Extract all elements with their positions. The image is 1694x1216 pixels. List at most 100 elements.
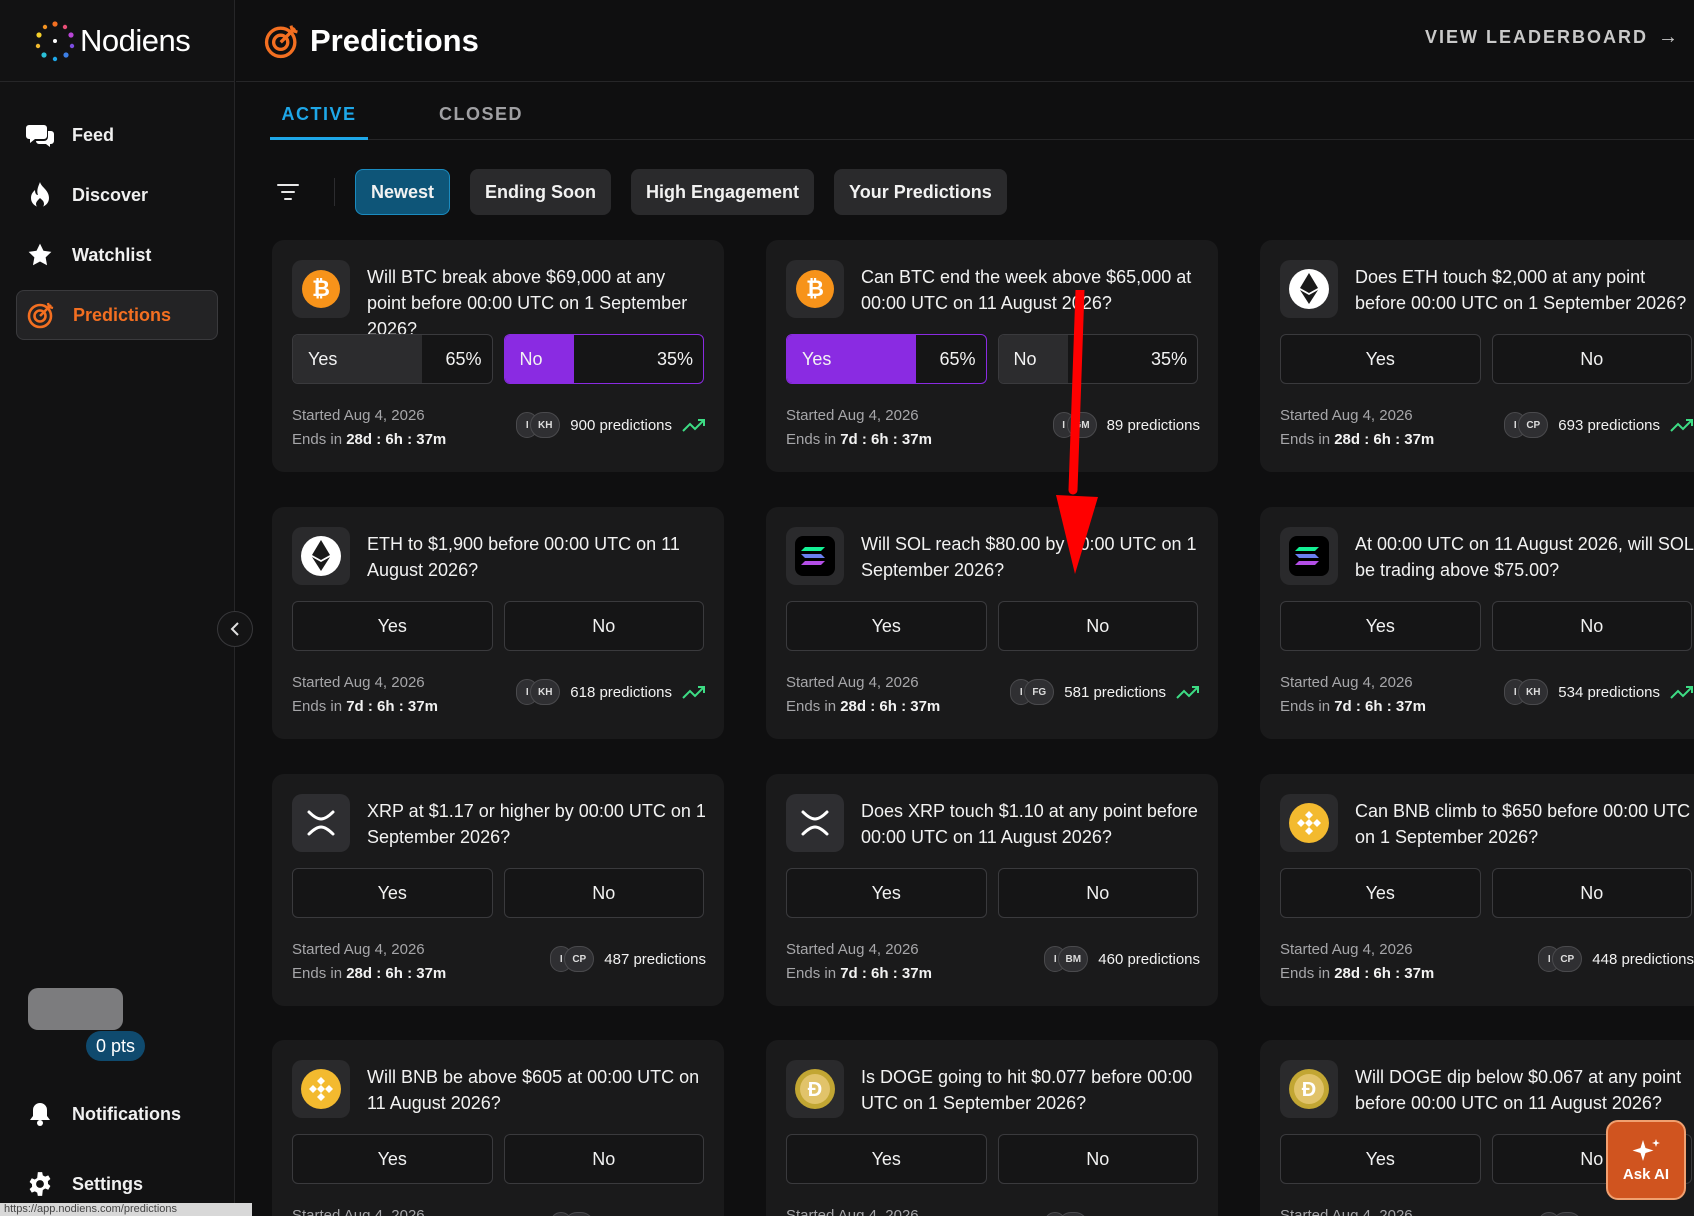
prediction-question[interactable]: XRP at $1.17 or higher by 00:00 UTC on 1… [367, 798, 706, 850]
sidebar-item-discover[interactable]: Discover [16, 170, 218, 220]
participant-avatars: I FG [1010, 679, 1055, 705]
sidebar-item-settings[interactable]: Settings [16, 1162, 216, 1206]
prediction-question[interactable]: Can BTC end the week above $65,000 at 00… [861, 264, 1200, 316]
started-prefix: Started [1280, 674, 1329, 691]
ends-countdown: 7d : 6h : 37m [840, 965, 932, 982]
yes-button[interactable]: Yes [1280, 601, 1481, 651]
yes-button[interactable]: Yes [292, 1134, 493, 1184]
sparkle-icon [1632, 1138, 1660, 1161]
trending-up-icon [1670, 686, 1693, 699]
yes-button[interactable]: Yes 65% [786, 334, 987, 384]
bell-icon [25, 1099, 55, 1129]
prediction-card[interactable]: Will BNB be above $605 at 00:00 UTC on 1… [272, 1040, 724, 1216]
no-label: No [1013, 348, 1037, 369]
ask-ai-button[interactable]: Ask AI [1606, 1120, 1686, 1200]
filter-icon[interactable] [270, 174, 306, 210]
prediction-card[interactable]: At 00:00 UTC on 11 August 2026, will SOL… [1260, 507, 1694, 739]
prediction-question[interactable]: Will DOGE dip below $0.067 at any point … [1355, 1064, 1694, 1116]
tab-active[interactable]: ACTIVE [270, 82, 368, 140]
yes-button[interactable]: Yes [1280, 868, 1481, 918]
prediction-count: 618 predictions [570, 683, 672, 701]
trending-up-icon [1670, 419, 1693, 432]
filter-high-engagement[interactable]: High Engagement [631, 169, 815, 215]
collapse-sidebar-button[interactable] [217, 611, 253, 647]
participant-avatar: FG [1024, 679, 1055, 705]
prediction-question[interactable]: Does XRP touch $1.10 at any point before… [861, 798, 1200, 850]
ends-countdown: 28d : 6h : 37m [840, 698, 941, 715]
started-prefix: Started [786, 941, 835, 958]
started-date: Aug 4, 2026 [343, 674, 425, 691]
prediction-question[interactable]: At 00:00 UTC on 11 August 2026, will SOL… [1355, 531, 1694, 583]
bnb-coin-icon [1280, 794, 1338, 852]
vote-buttons: Yes No [292, 601, 704, 651]
logo[interactable]: Nodiens [0, 0, 234, 82]
prediction-card[interactable]: XRP at $1.17 or higher by 00:00 UTC on 1… [272, 774, 724, 1006]
yes-button[interactable]: Yes [292, 601, 493, 651]
prediction-stats: I BM 460 predictions [1044, 946, 1200, 972]
prediction-dates: Started Aug 4, 2026 Ends in 28d : 6h : 3… [786, 1204, 940, 1216]
no-button[interactable]: No 35% [503, 334, 704, 384]
prediction-question[interactable]: Will BNB be above $605 at 00:00 UTC on 1… [367, 1064, 706, 1116]
prediction-card[interactable]: Will SOL reach $80.00 by 00:00 UTC on 1 … [766, 507, 1218, 739]
no-button[interactable]: No [503, 1134, 704, 1184]
yes-button[interactable]: Yes [1280, 1134, 1481, 1184]
sidebar-item-watchlist[interactable]: Watchlist [16, 230, 218, 280]
no-button[interactable]: No [503, 868, 704, 918]
no-button[interactable]: No [1491, 601, 1692, 651]
participant-avatars: ILP [550, 1212, 595, 1216]
yes-button[interactable]: Yes [292, 868, 493, 918]
trending-up-icon [682, 419, 705, 432]
tab-closed[interactable]: CLOSED [432, 82, 530, 139]
prediction-card[interactable]: ₿ Can BTC end the week above $65,000 at … [766, 240, 1218, 472]
participant-avatar: EH [1058, 1212, 1089, 1216]
filter-ending-soon[interactable]: Ending Soon [470, 169, 612, 215]
no-label: No [519, 348, 543, 369]
no-button[interactable]: No [997, 601, 1198, 651]
yes-button[interactable]: Yes [786, 1134, 987, 1184]
prediction-question[interactable]: Will SOL reach $80.00 by 00:00 UTC on 1 … [861, 531, 1200, 583]
view-leaderboard-link[interactable]: VIEW LEADERBOARD → [1425, 26, 1678, 49]
filter-newest[interactable]: Newest [355, 169, 451, 215]
no-button[interactable]: No [997, 1134, 1198, 1184]
prediction-question[interactable]: Does ETH touch $2,000 at any point befor… [1355, 264, 1694, 316]
yes-button[interactable]: Yes [786, 868, 987, 918]
sidebar-item-label: Notifications [72, 1103, 182, 1124]
participant-avatar: LP [564, 1212, 595, 1216]
started-date: Aug 4, 2026 [1331, 941, 1413, 958]
no-percent: 35% [656, 348, 693, 369]
prediction-question[interactable]: Can BNB climb to $650 before 00:00 UTC o… [1355, 798, 1694, 850]
yes-button[interactable]: Yes 65% [292, 334, 493, 384]
trending-up-icon [1176, 686, 1199, 699]
yes-button[interactable]: Yes [786, 601, 987, 651]
no-percent: 35% [1150, 348, 1187, 369]
yes-button[interactable]: Yes [1280, 334, 1481, 384]
prediction-stats: I KH 534 predictions [1504, 679, 1694, 705]
prediction-count: 89 predictions [1106, 416, 1200, 434]
participant-avatars: I KH [516, 679, 561, 705]
no-button[interactable]: No [1491, 334, 1692, 384]
avatar[interactable] [28, 988, 123, 1030]
ends-prefix: Ends in [1280, 431, 1331, 448]
prediction-question[interactable]: ETH to $1,900 before 00:00 UTC on 11 Aug… [367, 531, 706, 583]
filter-your-predictions[interactable]: Your Predictions [834, 169, 1007, 215]
sidebar-item-notifications[interactable]: Notifications [16, 1092, 216, 1136]
sidebar-item-feed[interactable]: Feed [16, 110, 218, 160]
no-button[interactable]: No [1491, 868, 1692, 918]
prediction-count: 534 predictions [1558, 683, 1660, 701]
no-button[interactable]: No [997, 868, 1198, 918]
prediction-card[interactable]: ETH to $1,900 before 00:00 UTC on 11 Aug… [272, 507, 724, 739]
participant-avatars: I KH [516, 412, 561, 438]
ends-prefix: Ends in [1280, 965, 1331, 982]
prediction-card[interactable]: Can BNB climb to $650 before 00:00 UTC o… [1260, 774, 1694, 1006]
svg-text:₿: ₿ [312, 276, 330, 301]
prediction-card[interactable]: ₿ Will BTC break above $69,000 at any po… [272, 240, 724, 472]
ends-countdown: 7d : 6h : 37m [346, 698, 438, 715]
ends-countdown: 28d : 6h : 37m [1334, 431, 1435, 448]
prediction-card[interactable]: Does XRP touch $1.10 at any point before… [766, 774, 1218, 1006]
prediction-card[interactable]: Ð Is DOGE going to hit $0.077 before 00:… [766, 1040, 1218, 1216]
prediction-question[interactable]: Is DOGE going to hit $0.077 before 00:00… [861, 1064, 1200, 1116]
no-button[interactable]: No [503, 601, 704, 651]
prediction-card[interactable]: Does ETH touch $2,000 at any point befor… [1260, 240, 1694, 472]
sidebar-item-predictions[interactable]: Predictions [16, 290, 218, 340]
prediction-question[interactable]: Will BTC break above $69,000 at any poin… [367, 264, 706, 342]
